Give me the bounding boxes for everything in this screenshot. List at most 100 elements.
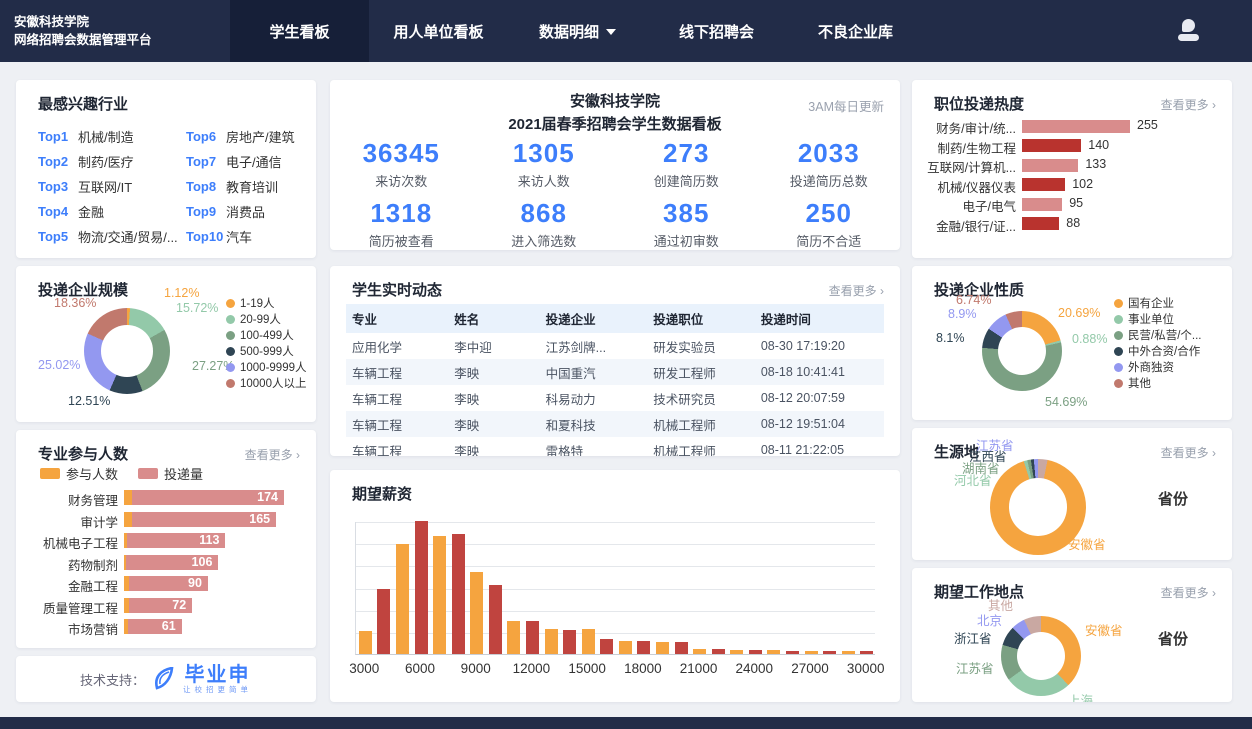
- scale-legend-dot: [226, 379, 235, 388]
- industry-rank: Top2: [38, 154, 78, 169]
- table-cell: 和夏科技: [540, 411, 648, 437]
- job-heat-value: 88: [1066, 216, 1080, 230]
- nature-legend-item[interactable]: 中外合资/合作: [1114, 343, 1201, 359]
- scale-donut-label: 1.12%: [164, 286, 199, 300]
- scale-legend-dot: [226, 347, 235, 356]
- tab-student-dashboard[interactable]: 学生看板: [230, 0, 369, 62]
- nature-legend-dot: [1114, 363, 1123, 372]
- scale-legend-text: 1000-9999人: [240, 359, 307, 375]
- table-cell: 08-18 10:41:41: [755, 359, 884, 385]
- view-more-link[interactable]: 查看更多: [245, 446, 300, 463]
- salary-tick-label: 9000: [461, 661, 491, 676]
- major-legend-text: 投递量: [164, 464, 203, 483]
- stat-value: 385: [615, 198, 758, 229]
- table-cell: 技术研究员: [647, 385, 755, 411]
- industry-item: Top8教育培训: [186, 174, 308, 199]
- scale-legend-dot: [226, 315, 235, 324]
- stat-cell: 385通过初审数: [615, 198, 758, 250]
- tab-bad-company-db[interactable]: 不良企业库: [786, 0, 925, 62]
- major-bar-track: 113: [124, 533, 225, 548]
- stat-value: 1318: [330, 198, 473, 229]
- user-icon[interactable]: [1176, 17, 1202, 45]
- industry-name: 房地产/建筑: [226, 127, 295, 146]
- salary-tick-label: 15000: [568, 661, 606, 676]
- nature-legend-item[interactable]: 国有企业: [1114, 295, 1201, 311]
- stat-label: 来访次数: [330, 171, 473, 190]
- panel-title: 学生实时动态: [352, 279, 442, 300]
- realtime-col-header: 投递企业: [540, 304, 648, 333]
- scale-legend-item[interactable]: 10000人以上: [226, 375, 307, 391]
- realtime-table: 专业姓名投递企业投递职位投递时间 应用化学李中迎江苏剑牌...研发实验员08-3…: [346, 304, 884, 456]
- tab-employer-dashboard[interactable]: 用人单位看板: [369, 0, 508, 62]
- donut-hole: [998, 327, 1046, 375]
- tab-bad-company-db-label: 不良企业库: [818, 21, 893, 42]
- nature-legend-dot: [1114, 315, 1123, 324]
- major-bar-row: 机械电子工程113: [16, 531, 316, 553]
- nature-legend-item[interactable]: 其他: [1114, 375, 1201, 391]
- job-heat-bar: [1022, 120, 1130, 133]
- tab-offline-jobfair[interactable]: 线下招聘会: [647, 0, 786, 62]
- salary-bar: [377, 589, 390, 654]
- logo-line1: 安徽科技学院: [14, 13, 230, 31]
- stat-label: 创建简历数: [615, 171, 758, 190]
- view-more-link[interactable]: 查看更多: [829, 282, 884, 299]
- salary-bar: [805, 651, 818, 654]
- panel-top-industries: 最感兴趣行业 Top1机械/制造Top2制药/医疗Top3互联网/ITTop4金…: [16, 80, 316, 258]
- salary-bar: [693, 649, 706, 654]
- stat-cell: 1318简历被查看: [330, 198, 473, 250]
- job-heat-bar: [1022, 198, 1062, 211]
- industry-item: Top5物流/交通/贸易/...: [38, 224, 186, 249]
- table-row: 车辆工程李映中国重汽研发工程师08-18 10:41:41: [346, 359, 884, 385]
- major-legend-swatch: [40, 468, 60, 479]
- nature-legend-item[interactable]: 外商独资: [1114, 359, 1201, 375]
- industry-name: 消费品: [226, 202, 265, 221]
- major-legend-swatch: [138, 468, 158, 479]
- table-row: 应用化学李中迎江苏剑牌...研发实验员08-30 17:19:20: [346, 333, 884, 359]
- nature-donut-label: 6.74%: [956, 293, 991, 307]
- salary-bar: [359, 631, 372, 654]
- panel-expected-salary: 期望薪资 30006000900012000150001800021000240…: [330, 470, 900, 702]
- stat-label: 简历不合适: [758, 231, 901, 250]
- scale-legend-item[interactable]: 20-99人: [226, 311, 307, 327]
- company-nature-legend: 国有企业事业单位民营/私营/个...中外合资/合作外商独资其他: [1114, 295, 1201, 391]
- job-heat-bar: [1022, 217, 1059, 230]
- major-chart-legend: 参与人数 投递量: [40, 464, 203, 483]
- scale-legend-item[interactable]: 500-999人: [226, 343, 307, 359]
- major-bar-row: 药物制剂 106: [16, 553, 316, 575]
- nature-legend-text: 事业单位: [1128, 311, 1174, 327]
- nature-legend-item[interactable]: 事业单位: [1114, 311, 1201, 327]
- realtime-table-body: 应用化学李中迎江苏剑牌...研发实验员08-30 17:19:20车辆工程李映中…: [346, 333, 884, 456]
- major-bar-chart: 财务管理174审计学165机械电子工程113药物制剂106金融工程90质量管理工…: [16, 488, 316, 639]
- industry-rank: Top6: [186, 129, 226, 144]
- salary-bar: [507, 621, 520, 654]
- scale-legend-item[interactable]: 1-19人: [226, 295, 307, 311]
- nature-legend-dot: [1114, 347, 1123, 356]
- industry-rank: Top8: [186, 179, 226, 194]
- major-label: 质量管理工程: [16, 598, 118, 617]
- major-label: 药物制剂: [16, 555, 118, 574]
- nature-legend-item[interactable]: 民营/私营/个...: [1114, 327, 1201, 343]
- job-heat-bar: [1022, 159, 1078, 172]
- salary-bar: [526, 621, 539, 654]
- major-legend-item[interactable]: 参与人数: [40, 464, 118, 483]
- stat-label: 进入筛选数: [473, 231, 616, 250]
- workplace-donut-label: 浙江省: [954, 628, 992, 647]
- major-legend-item[interactable]: 投递量: [138, 464, 203, 483]
- nav-tabs: 学生看板用人单位看板数据明细线下招聘会 不良企业库: [230, 0, 925, 62]
- major-bar-row: 市场营销61: [16, 617, 316, 639]
- scale-legend-item[interactable]: 100-499人: [226, 327, 307, 343]
- scale-legend-item[interactable]: 1000-9999人: [226, 359, 307, 375]
- view-more-link[interactable]: 查看更多: [1161, 96, 1216, 113]
- table-cell: 李映: [448, 385, 539, 411]
- table-row: 车辆工程李映科易动力技术研究员08-12 20:07:59: [346, 385, 884, 411]
- user-icon-body: [1178, 34, 1199, 41]
- major-bar-track: 106: [124, 555, 218, 570]
- realtime-col-header: 专业: [346, 304, 448, 333]
- salary-bar: [675, 642, 688, 654]
- scale-donut-label: 12.51%: [68, 394, 110, 408]
- table-cell: 中国重汽: [540, 359, 648, 385]
- table-cell: 机械工程师: [647, 437, 755, 456]
- tab-data-detail[interactable]: 数据明细: [508, 0, 647, 62]
- realtime-table-head: 专业姓名投递企业投递职位投递时间: [346, 304, 884, 333]
- table-cell: 李映: [448, 411, 539, 437]
